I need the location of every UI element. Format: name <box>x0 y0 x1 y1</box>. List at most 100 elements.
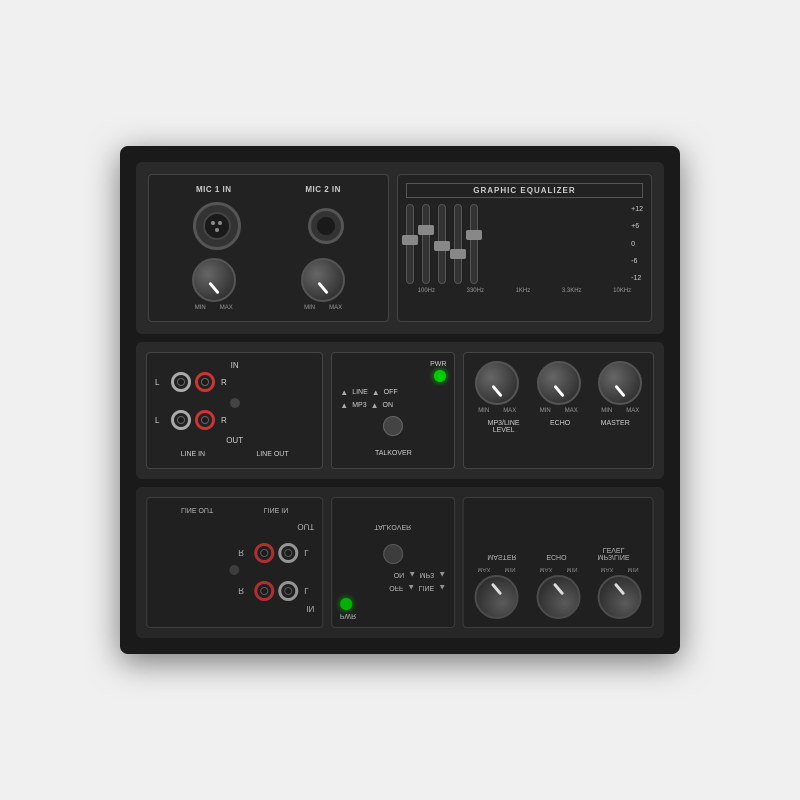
mp3-label: MP3 <box>352 402 366 409</box>
xlr-pin <box>218 221 222 225</box>
mp3-min: MIN <box>478 408 489 414</box>
bottom-line-section: IN L R L <box>146 497 323 628</box>
master-knob-group: MIN MAX <box>598 361 642 414</box>
bottom-rca-out-right <box>254 543 274 563</box>
xlr-inner <box>203 212 231 240</box>
in-label: IN <box>155 361 314 370</box>
eq-sliders-area: +12 +6 0 -6 -12 <box>406 204 643 284</box>
eq-slider-100hz <box>406 204 414 284</box>
rca-in-right-label: R <box>221 378 231 387</box>
freq-330hz: 330Hz <box>467 288 484 294</box>
slider-track-2[interactable] <box>422 204 430 284</box>
rca-out-right[interactable] <box>195 410 215 430</box>
trs-inner <box>317 217 335 235</box>
talkover-label: TALKOVER <box>375 450 412 457</box>
rca-in-left[interactable] <box>171 372 191 392</box>
bottom-controls-labels: MP3/LINELEVEL ECHO MASTER <box>472 546 645 560</box>
xlr-pin <box>215 228 219 232</box>
master-min: MIN <box>601 408 612 414</box>
mp3-switch-icon: ▲ <box>340 401 348 410</box>
mic2-in-label: MIC 2 IN <box>305 185 341 194</box>
eq-plus6: +6 <box>631 223 643 230</box>
top-panel: MIC 1 IN MIC 2 IN <box>136 162 664 334</box>
bottom-talkover-section: PWR ▲ LINE ▲ OFF ▲ MP3 ▲ ON TALKOVER <box>331 497 455 628</box>
bottom-controls-section: MIN MAX MIN MAX MIN MAX <box>463 497 654 628</box>
eq-title: GRAPHIC EQUALIZER <box>406 183 643 198</box>
eq-zero: 0 <box>631 241 643 248</box>
bottom-rca-R: R <box>238 587 248 596</box>
echo-knob-group: MIN MAX <box>537 361 581 414</box>
rca-out-left-label: L <box>155 416 165 425</box>
mp3-line-knob[interactable] <box>475 361 519 405</box>
eq-plus12: +12 <box>631 206 643 213</box>
trs-connector[interactable] <box>308 208 344 244</box>
bottom-rca-out-left <box>278 543 298 563</box>
echo-knob[interactable] <box>537 361 581 405</box>
line-out-label: LINE OUT <box>256 451 288 458</box>
eq-minus6: -6 <box>631 258 643 265</box>
mic1-level-knob-group: MIN MAX <box>192 258 236 311</box>
bottom-pwr-led <box>340 598 352 610</box>
rca-out-left[interactable] <box>171 410 191 430</box>
eq-labels-right: +12 +6 0 -6 -12 <box>631 204 643 284</box>
master-knob[interactable] <box>598 361 642 405</box>
bottom-rca-in-connectors <box>254 581 298 601</box>
mic2-max-label: MAX <box>329 305 342 311</box>
audio-mixer: MIC 1 IN MIC 2 IN <box>120 146 680 654</box>
talkover-section: PWR ▲ LINE ▲ OFF ▲ MP3 ▲ ON TALKOVER <box>331 352 455 469</box>
freq-100hz: 100Hz <box>418 288 435 294</box>
mic2-level-knob-group: MIN MAX <box>301 258 345 311</box>
on-label: ON <box>383 402 394 409</box>
out-label: OUT <box>155 436 314 445</box>
bottom-line-in: LINE IN <box>264 506 289 513</box>
talkover-toggle[interactable] <box>383 416 403 436</box>
bottom-switch-group: ▲ LINE ▲ OFF ▲ MP3 ▲ ON <box>389 570 446 592</box>
bottom-knob-3 <box>475 575 519 619</box>
bottom-rca-out-row: L R <box>155 543 314 563</box>
eq-slider-10khz <box>470 204 478 284</box>
freq-33khz: 3.3KHz <box>562 288 582 294</box>
rca-in-right[interactable] <box>195 372 215 392</box>
mic1-level-knob[interactable] <box>192 258 236 302</box>
slider-track-4[interactable] <box>454 204 462 284</box>
bottom-toggle <box>383 544 403 564</box>
mic1-in-label: MIC 1 IN <box>196 185 232 194</box>
slider-thumb-4[interactable] <box>450 249 466 259</box>
line-switch-item: ▲ LINE ▲ OFF <box>340 388 397 397</box>
pwr-led <box>434 370 446 382</box>
slider-thumb-3[interactable] <box>434 241 450 251</box>
bottom-rca-L: L <box>304 587 314 596</box>
rca-out-connectors <box>171 410 215 430</box>
bottom-controls-knobs: MIN MAX MIN MAX MIN MAX <box>472 566 645 619</box>
line-in-label: LINE IN <box>181 451 206 458</box>
slider-thumb-5[interactable] <box>466 230 482 240</box>
eq-minus12: -12 <box>631 275 643 282</box>
pwr-label: PWR <box>430 361 446 368</box>
slider-track-3[interactable] <box>438 204 446 284</box>
on-switch-icon: ▲ <box>371 401 379 410</box>
mic2-level-knob[interactable] <box>301 258 345 302</box>
slider-thumb-1[interactable] <box>402 235 418 245</box>
controls-knobs-row: MIN MAX MIN MAX MIN MAX <box>472 361 645 414</box>
xlr-connector[interactable] <box>193 202 241 250</box>
eq-section: GRAPHIC EQUALIZER <box>397 174 652 322</box>
rca-out-right-label: R <box>221 416 231 425</box>
freq-1khz: 1KHz <box>516 288 531 294</box>
mp3-max: MAX <box>503 408 516 414</box>
echo-max: MAX <box>565 408 578 414</box>
slider-thumb-2[interactable] <box>418 225 434 235</box>
bottom-rca-out-connectors <box>254 543 298 563</box>
controls-labels-row: MP3/LINELEVEL ECHO MASTER <box>472 420 645 434</box>
off-label: OFF <box>384 389 398 396</box>
bottom-panel-reflection: IN L R L <box>136 487 664 638</box>
slider-track-5[interactable] <box>470 204 478 284</box>
bottom-knob-1 <box>598 575 642 619</box>
slider-track-1[interactable] <box>406 204 414 284</box>
master-label: MASTER <box>601 420 630 434</box>
bottom-rca-in-right <box>254 581 274 601</box>
rca-jack-inner <box>201 378 209 386</box>
echo-min: MIN <box>540 408 551 414</box>
rca-in-row: L R <box>155 372 314 392</box>
mp3-line-knob-group: MIN MAX <box>475 361 519 414</box>
controls-section: MIN MAX MIN MAX MIN MAX <box>463 352 654 469</box>
